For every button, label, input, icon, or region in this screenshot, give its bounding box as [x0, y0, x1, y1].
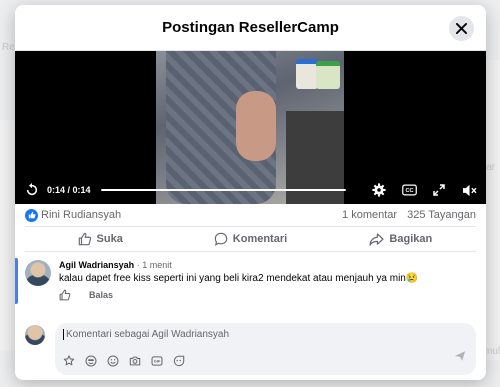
- comment-actions: Balas: [59, 289, 418, 301]
- svg-text:GIF: GIF: [154, 359, 161, 364]
- comment-highlight-bar: [15, 258, 18, 304]
- view-count: 325 Tayangan: [407, 209, 476, 221]
- share-arrow-icon: [369, 232, 385, 246]
- reactor-name[interactable]: Rini Rudiansyah: [41, 209, 121, 221]
- mute-icon[interactable]: [460, 181, 478, 199]
- emoji-face-icon[interactable]: [85, 355, 97, 367]
- comment-composer: GIF: [15, 301, 486, 375]
- video-progress-bar[interactable]: [100, 189, 346, 191]
- reply-button[interactable]: Balas: [89, 290, 113, 300]
- settings-gear-icon[interactable]: [370, 181, 388, 199]
- fullscreen-icon[interactable]: [430, 181, 448, 199]
- post-actions: Suka Komentari Bagikan: [25, 226, 476, 252]
- comment-label: Komentari: [232, 233, 288, 245]
- user-avatar[interactable]: [25, 325, 45, 345]
- modal-header: Postingan ResellerCamp: [15, 5, 486, 51]
- comment-box: GIF: [55, 323, 476, 375]
- like-button[interactable]: Suka: [25, 232, 175, 246]
- post-stats: Rini Rudiansyah 1 komentar 325 Tayangan: [15, 204, 486, 226]
- comment-item: Agil Wadriansyah · 1 menit kalau dapet f…: [15, 252, 486, 304]
- camera-icon[interactable]: [129, 355, 141, 367]
- gif-icon[interactable]: GIF: [151, 355, 163, 367]
- comment-meta: Agil Wadriansyah · 1 menit: [59, 260, 418, 270]
- like-label: Suka: [96, 233, 123, 245]
- share-label: Bagikan: [389, 233, 433, 245]
- comment-like-icon[interactable]: [59, 289, 71, 301]
- comment-text: kalau dapet free kiss seperti ini yang b…: [59, 273, 419, 284]
- like-reaction-icon: [25, 208, 38, 222]
- send-icon[interactable]: [454, 349, 466, 367]
- smiley-icon[interactable]: [107, 355, 119, 367]
- video-time: 0:14 / 0:14: [47, 185, 91, 195]
- captions-icon[interactable]: CC: [400, 181, 418, 199]
- comment-input[interactable]: [63, 329, 363, 340]
- close-icon: [456, 23, 467, 34]
- svg-text:CC: CC: [405, 188, 413, 194]
- post-modal: Postingan ResellerCamp 0:14 / 0:14 CC Ri…: [15, 5, 486, 380]
- avatar-sticker-icon[interactable]: [63, 355, 75, 367]
- composer-tools: GIF: [63, 355, 185, 367]
- modal-title: Postingan ResellerCamp: [162, 19, 339, 36]
- sticker-icon[interactable]: [173, 355, 185, 367]
- close-button[interactable]: [449, 16, 474, 41]
- share-button[interactable]: Bagikan: [326, 232, 476, 246]
- video-controls: 0:14 / 0:14 CC: [15, 176, 486, 204]
- comment-button[interactable]: Komentari: [175, 232, 325, 246]
- comment-time[interactable]: · 1 menit: [137, 260, 172, 270]
- comment-author[interactable]: Agil Wadriansyah: [59, 260, 134, 270]
- comment-body: Agil Wadriansyah · 1 menit kalau dapet f…: [59, 260, 418, 301]
- commenter-avatar[interactable]: [25, 260, 51, 286]
- comment-count[interactable]: 1 komentar: [342, 209, 397, 221]
- thumbs-up-icon: [78, 232, 91, 246]
- replay-icon[interactable]: [23, 181, 41, 199]
- video-player[interactable]: 0:14 / 0:14 CC: [15, 51, 486, 204]
- comment-bubble-icon: [214, 232, 228, 246]
